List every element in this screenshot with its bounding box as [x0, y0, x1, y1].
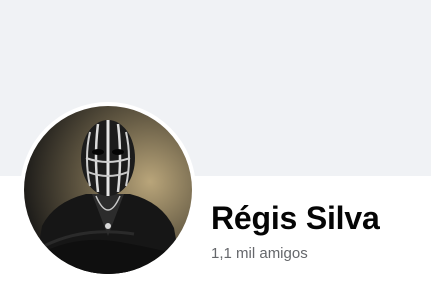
avatar-ring: [20, 102, 196, 278]
friends-count-link[interactable]: 1,1 mil amigos: [211, 244, 308, 264]
masked-man-photo-icon: [24, 106, 192, 274]
profile-avatar[interactable]: [24, 106, 192, 274]
profile-name: Régis Silva: [211, 200, 380, 236]
